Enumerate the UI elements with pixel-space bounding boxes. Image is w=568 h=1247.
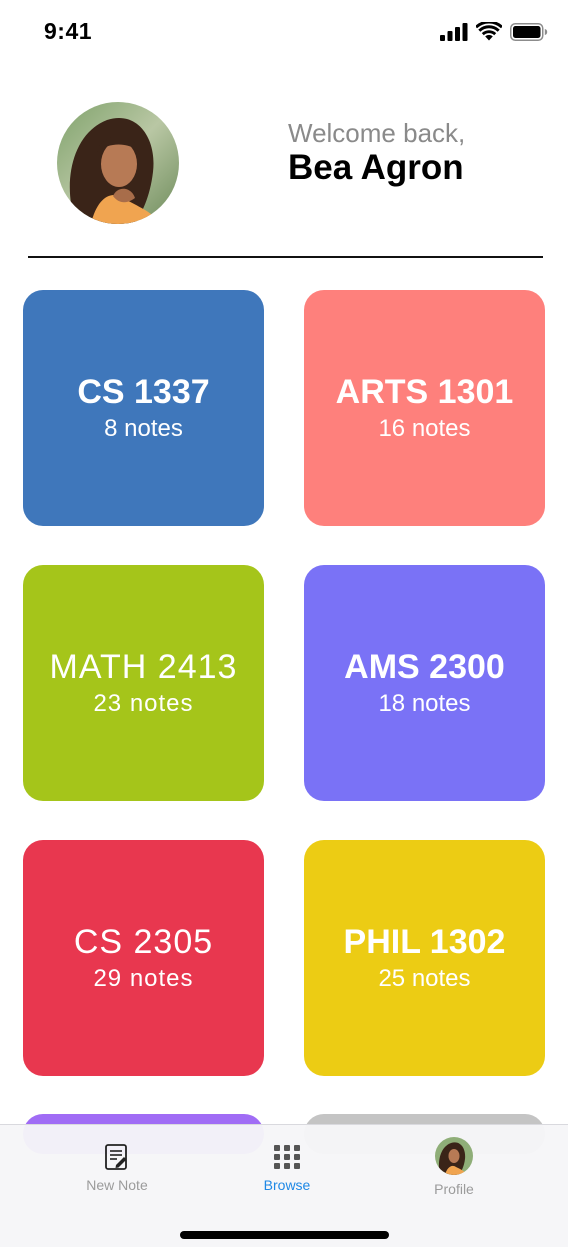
tab-profile[interactable]: Profile (384, 1137, 524, 1197)
course-title: AMS 2300 (344, 648, 505, 686)
tab-browse[interactable]: Browse (217, 1143, 357, 1193)
header-divider (28, 256, 543, 258)
course-card-cs-1337[interactable]: CS 1337 8 notes (23, 290, 264, 526)
course-title: ARTS 1301 (335, 373, 514, 411)
tab-bar: New Note Browse Profile (0, 1124, 568, 1247)
course-notes-count: 29 notes (93, 965, 194, 992)
course-notes-count: 8 notes (104, 415, 183, 442)
course-notes-count: 18 notes (378, 690, 471, 717)
course-notes-count: 25 notes (378, 965, 471, 992)
tab-profile-label: Profile (434, 1181, 474, 1197)
course-card-phil-1302[interactable]: PHIL 1302 25 notes (304, 840, 545, 1076)
home-indicator[interactable] (180, 1231, 389, 1239)
battery-icon (510, 22, 548, 41)
course-title: CS 1337 (77, 373, 210, 411)
status-bar: 9:41 (0, 0, 568, 64)
course-notes-count: 16 notes (378, 415, 471, 442)
profile-avatar-icon (435, 1137, 473, 1175)
course-title: PHIL 1302 (343, 923, 506, 961)
course-card-ams-2300[interactable]: AMS 2300 18 notes (304, 565, 545, 801)
course-card-cs-2305[interactable]: CS 2305 29 notes (23, 840, 264, 1076)
grid-icon (274, 1145, 300, 1169)
course-title: MATH 2413 (49, 648, 238, 686)
tab-new-note[interactable]: New Note (47, 1143, 187, 1193)
tab-browse-label: Browse (263, 1177, 311, 1193)
course-card-math-2413[interactable]: MATH 2413 23 notes (23, 565, 264, 801)
wifi-icon (476, 22, 502, 41)
tab-new-note-label: New Note (86, 1177, 148, 1193)
status-time: 9:41 (44, 18, 93, 44)
course-title: CS 2305 (73, 923, 214, 961)
course-card-arts-1301[interactable]: ARTS 1301 16 notes (304, 290, 545, 526)
new-note-icon (105, 1144, 127, 1170)
cellular-signal-icon (440, 22, 468, 41)
avatar[interactable] (57, 102, 179, 224)
user-name: Bea Agron (288, 148, 464, 187)
welcome-text: Welcome back, (288, 118, 466, 148)
course-notes-count: 23 notes (93, 690, 194, 717)
